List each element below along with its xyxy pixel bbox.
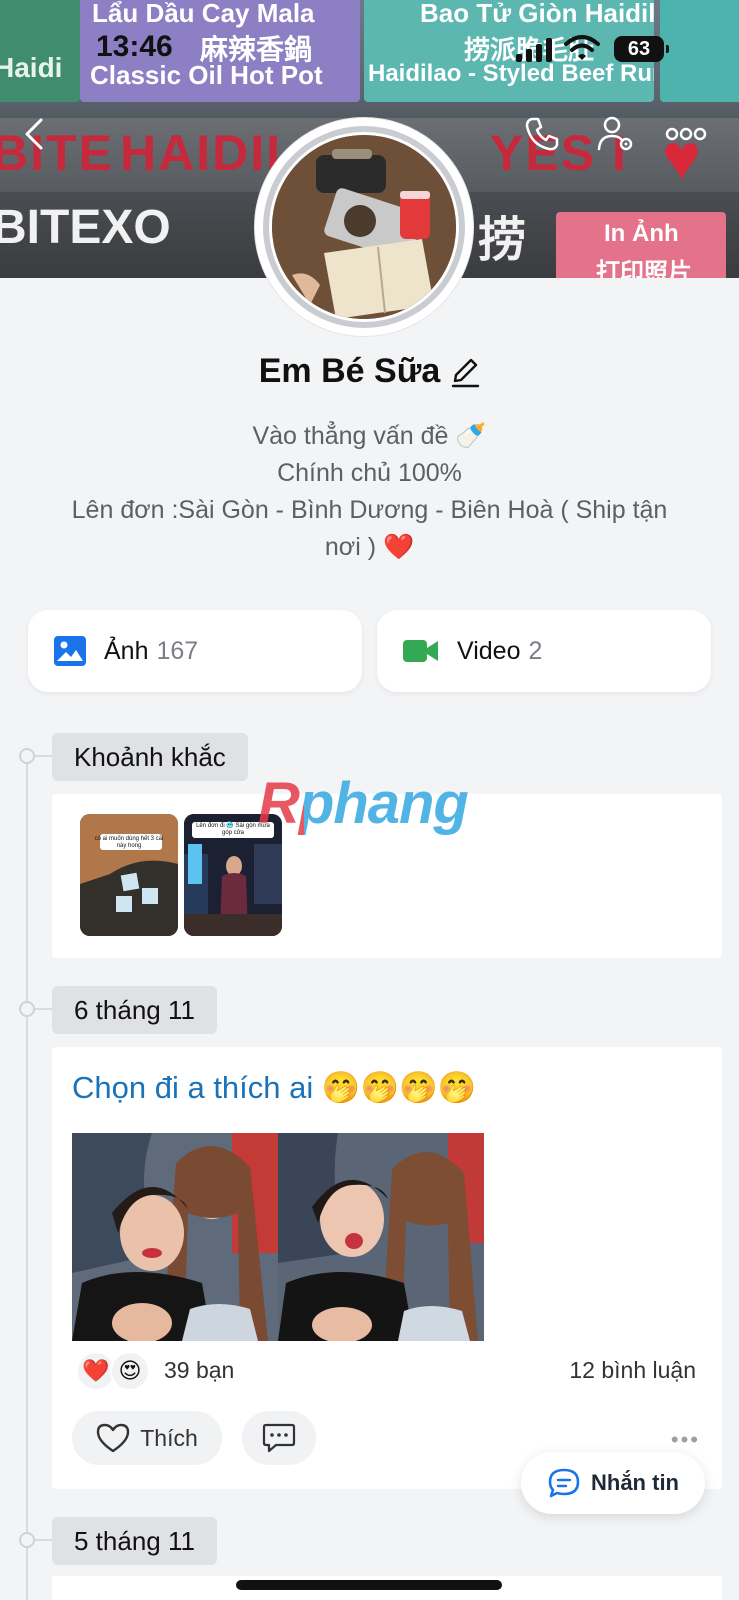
message-button[interactable]: Nhắn tin bbox=[521, 1452, 705, 1514]
timeline-connector bbox=[35, 755, 52, 757]
cover-sign: In Ảnh 打印照片 bbox=[556, 212, 726, 278]
like-button[interactable]: Thích bbox=[72, 1411, 222, 1465]
bio-line: Chính chủ 100% bbox=[277, 459, 462, 487]
battery-icon: 63 bbox=[614, 36, 669, 62]
bio-line: nơi ) ❤️ bbox=[324, 533, 415, 561]
phone-icon bbox=[525, 117, 559, 151]
status-bar: 13:46 63 bbox=[0, 0, 739, 100]
profile-bio: Vào thẳng vấn đề 🍼 Chính chủ 100% Lên đơ… bbox=[40, 418, 699, 566]
like-label: Thích bbox=[140, 1424, 198, 1451]
date-label: 5 tháng 11 bbox=[52, 1517, 217, 1565]
post-photo[interactable] bbox=[72, 1133, 278, 1341]
post-more-button[interactable]: ••• bbox=[671, 1427, 700, 1453]
post-text: Chọn đi a thích ai 🤭🤭🤭🤭 bbox=[72, 1070, 477, 1105]
more-button[interactable] bbox=[664, 112, 708, 156]
moment-thumbnail[interactable]: có ai muốn dùng hết 3 cái này hong bbox=[80, 814, 178, 936]
post-photo[interactable] bbox=[278, 1133, 484, 1341]
cover-letters: 捞 bbox=[478, 214, 527, 267]
timeline-connector bbox=[35, 1539, 52, 1541]
date-label: 6 tháng 11 bbox=[52, 986, 217, 1034]
photos-label: Ảnh bbox=[104, 636, 149, 665]
comment-button[interactable] bbox=[242, 1411, 316, 1465]
more-icon bbox=[665, 127, 707, 141]
video-camera-icon bbox=[403, 640, 438, 662]
comments-count[interactable]: 12 bình luận bbox=[569, 1357, 696, 1384]
videos-label: Video bbox=[457, 636, 521, 665]
photos-count: 167 bbox=[156, 636, 199, 665]
person-settings-icon bbox=[597, 116, 633, 151]
story-ring bbox=[263, 126, 465, 328]
profile-settings-button[interactable] bbox=[594, 112, 638, 156]
back-icon bbox=[25, 118, 43, 150]
photos-button[interactable]: Ảnh 167 bbox=[28, 610, 362, 692]
heart-outline-icon bbox=[97, 1423, 130, 1453]
reactions-row[interactable]: ❤️ 😍 39 bạn 12 bình luận bbox=[76, 1347, 696, 1395]
timeline-dot bbox=[19, 1532, 35, 1548]
timeline-dot bbox=[19, 1001, 35, 1017]
bio-line: Vào thẳng vấn đề 🍼 bbox=[252, 422, 487, 450]
back-button[interactable] bbox=[14, 112, 58, 156]
status-time: 13:46 bbox=[96, 30, 173, 63]
profile-name: Em Bé Sữa bbox=[258, 352, 441, 390]
bio-line: Lên đơn :Sài Gòn - Bình Dương - Biên Hoà… bbox=[71, 496, 668, 524]
videos-button[interactable]: Video 2 bbox=[377, 610, 711, 692]
avatar-image bbox=[272, 135, 456, 319]
heart-eyes-reaction-icon: 😍 bbox=[110, 1351, 150, 1391]
reaction-count[interactable]: 39 bạn bbox=[164, 1357, 234, 1384]
comment-icon bbox=[262, 1423, 296, 1453]
timeline-dot bbox=[19, 748, 35, 764]
message-bubble-icon bbox=[548, 1468, 580, 1498]
sign-text: In Ảnh bbox=[604, 220, 679, 247]
home-indicator[interactable] bbox=[236, 1580, 502, 1590]
name-row: Em Bé Sữa bbox=[0, 352, 739, 391]
avatar[interactable] bbox=[255, 118, 473, 336]
timeline-connector bbox=[35, 1008, 52, 1010]
watermark: Rphang bbox=[258, 771, 469, 836]
call-button[interactable] bbox=[520, 112, 564, 156]
timeline-line bbox=[26, 756, 28, 1600]
post-card: Chọn đi a thích ai 🤭🤭🤭🤭 ❤️ 😍 39 bạn 12 b… bbox=[52, 1047, 722, 1489]
cover-letters: BITEXO bbox=[0, 201, 171, 254]
cellular-signal-icon bbox=[516, 38, 554, 62]
message-label: Nhắn tin bbox=[591, 1470, 679, 1495]
edit-pencil-icon[interactable] bbox=[450, 356, 480, 388]
moment-caption: có ai muốn dùng hết 3 cái này hong bbox=[94, 836, 164, 849]
sign-text: 打印照片 bbox=[596, 259, 692, 278]
videos-count: 2 bbox=[528, 636, 543, 665]
wifi-icon bbox=[564, 34, 600, 62]
photo-icon bbox=[54, 636, 86, 666]
moments-label: Khoảnh khắc bbox=[52, 733, 248, 781]
